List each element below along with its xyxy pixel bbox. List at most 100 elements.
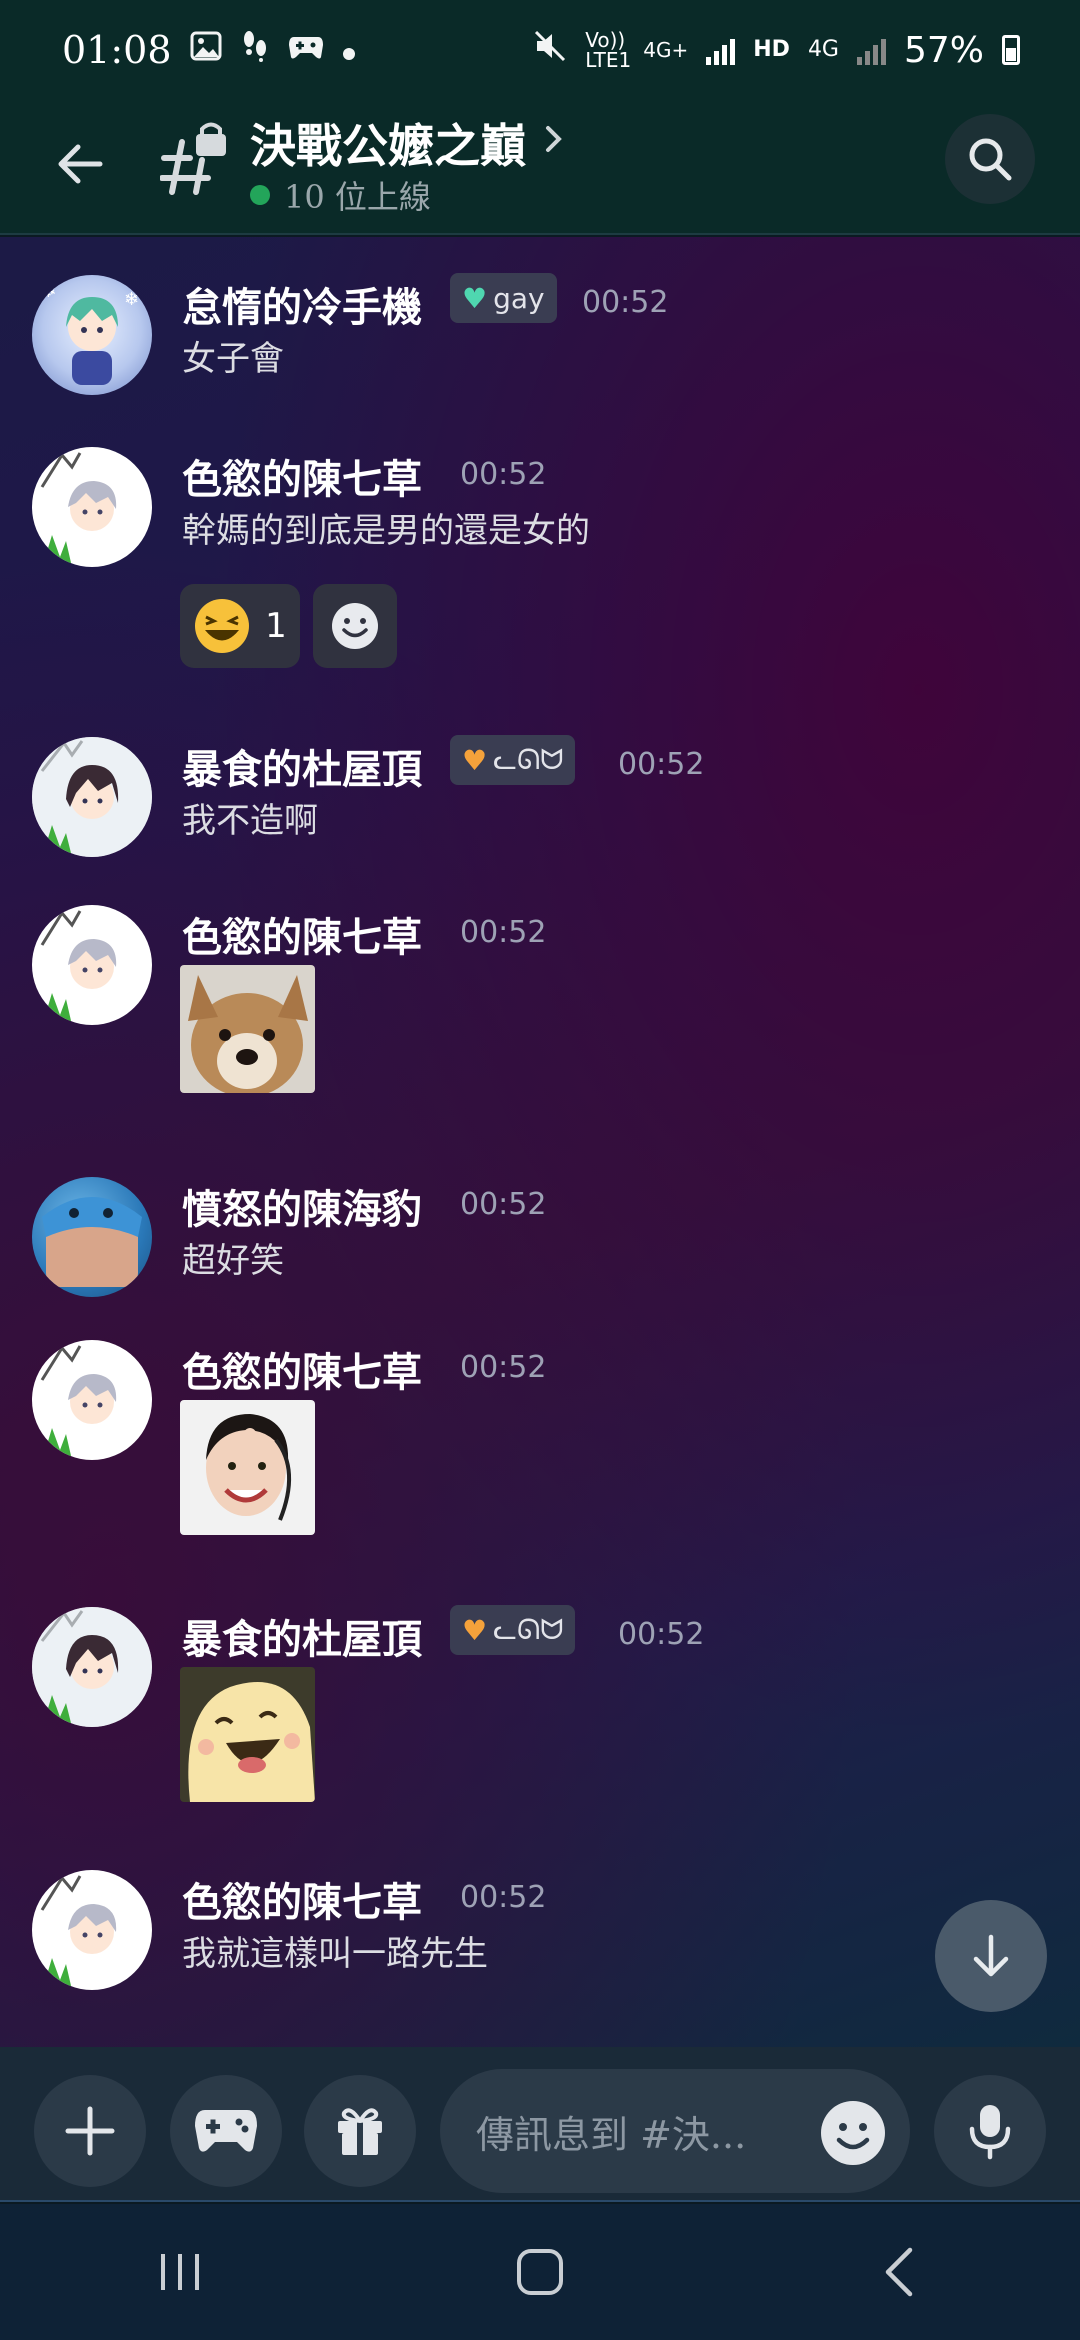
message-username[interactable]: 暴食的杜屋頂: [182, 737, 422, 795]
add-reaction-button[interactable]: [313, 584, 397, 668]
user-avatar[interactable]: [32, 1870, 152, 1990]
message-item[interactable]: 暴食的杜屋頂 ♥ ᓚᘏᗢ 00:52: [0, 1605, 1080, 1807]
message-item[interactable]: 色慾的陳七草 00:52 幹媽的到底是男的還是女的 1: [0, 447, 1080, 697]
message-text: 我不造啊: [182, 801, 318, 841]
message-username[interactable]: 暴食的杜屋頂: [182, 1607, 422, 1665]
message-item[interactable]: 暴食的杜屋頂 ♥ ᓚᘏᗢ 00:52 我不造啊: [0, 735, 1080, 857]
net-label-2: 4G: [807, 37, 839, 62]
user-avatar[interactable]: [32, 905, 152, 1025]
heart-icon: ♥: [462, 743, 488, 777]
signal-icon: [856, 35, 886, 65]
user-badge: ♥ gay: [450, 273, 557, 323]
message-item[interactable]: 色慾的陳七草 00:52 我就這樣叫一路先生: [0, 1870, 1080, 1990]
activities-button[interactable]: [170, 2075, 282, 2187]
message-item[interactable]: ❄ ❄ 怠惰的冷手機 ♥ gay 00:52 女子會: [0, 273, 1080, 395]
image-icon: [190, 31, 222, 69]
corgi-sticker[interactable]: [180, 965, 315, 1093]
system-nav-bar: [0, 2204, 1080, 2340]
search-button[interactable]: [945, 114, 1035, 204]
status-time: 01:08: [62, 28, 172, 72]
back-button[interactable]: [50, 134, 110, 194]
svg-text:❄: ❄: [124, 289, 139, 310]
game-controller-icon: [195, 2110, 257, 2152]
message-item[interactable]: 憤怒的陳海豹 00:52 超好笑: [0, 1177, 1080, 1297]
user-avatar[interactable]: [32, 447, 152, 567]
arrow-down-icon: [973, 1934, 1009, 1977]
chevron-right-icon: [544, 123, 564, 163]
message-text: 我就這樣叫一路先生: [182, 1934, 488, 1974]
home-button[interactable]: [490, 2232, 590, 2312]
back-chevron-icon: [885, 2247, 913, 2297]
message-time: 00:52: [618, 1617, 705, 1652]
online-status: 10 位上線: [250, 172, 431, 218]
status-left: 01:08: [62, 28, 356, 72]
scroll-to-bottom-button[interactable]: [935, 1900, 1047, 2012]
microphone-icon: [969, 2105, 1011, 2160]
message-username[interactable]: 色慾的陳七草: [182, 447, 422, 505]
dot-icon: [342, 31, 356, 69]
smiling-woman-sticker[interactable]: [180, 1400, 315, 1535]
message-composer: 傳訊息到 #決...: [0, 2047, 1080, 2202]
game-controller-icon: [288, 31, 324, 69]
locked-channel-icon: [159, 120, 230, 200]
badge-text: ᓚᘏᗢ: [493, 743, 564, 776]
online-dot-icon: [250, 185, 270, 205]
gift-icon: [338, 2108, 382, 2155]
message-time: 00:52: [460, 1350, 547, 1385]
signal-icon: [706, 35, 736, 65]
channel-header: 決戰公嬤之巔 10 位上線: [0, 100, 1080, 235]
recent-apps-icon: [161, 2254, 199, 2290]
message-time: 00:52: [582, 285, 669, 320]
message-text: 幹媽的到底是男的還是女的: [182, 511, 590, 551]
add-attachment-button[interactable]: [34, 2075, 146, 2187]
message-list[interactable]: ❄ ❄ 怠惰的冷手機 ♥ gay 00:52 女子會 色慾的陳七草 00:52 幹…: [0, 237, 1080, 2047]
channel-title-button[interactable]: 決戰公嬤之巔: [250, 110, 564, 176]
back-arrow-icon: [58, 144, 103, 184]
message-time: 00:52: [460, 1187, 547, 1222]
volte-label: Vo)) LTE1: [585, 28, 632, 72]
status-right: Vo)) LTE1 4G+ HD 4G 57%: [533, 29, 1020, 71]
message-text: 女子會: [182, 339, 284, 379]
user-avatar[interactable]: [32, 1340, 152, 1460]
badge-text: gay: [493, 281, 545, 315]
user-badge: ♥ ᓚᘏᗢ: [450, 735, 576, 785]
message-time: 00:52: [460, 1880, 547, 1915]
laughing-emoji: [195, 599, 250, 653]
battery-percent: 57%: [903, 29, 984, 71]
back-nav-button[interactable]: [850, 2232, 950, 2312]
message-item[interactable]: 色慾的陳七草 00:52: [0, 1340, 1080, 1540]
badge-text: ᓚᘏᗢ: [493, 1613, 564, 1646]
gift-button[interactable]: [304, 2075, 416, 2187]
message-item[interactable]: 色慾的陳七草 00:52: [0, 905, 1080, 1105]
message-username[interactable]: 色慾的陳七草: [182, 905, 422, 963]
online-count: 10 位上線: [284, 178, 431, 216]
message-username[interactable]: 憤怒的陳海豹: [182, 1177, 422, 1235]
svg-text:❄: ❄: [40, 278, 57, 302]
user-avatar[interactable]: [32, 737, 152, 857]
reaction-chip[interactable]: 1: [180, 584, 300, 668]
user-avatar[interactable]: [32, 1607, 152, 1727]
message-username[interactable]: 色慾的陳七草: [182, 1870, 422, 1928]
message-text: 超好笑: [182, 1241, 284, 1281]
emoji-picker-button[interactable]: [818, 2098, 888, 2168]
reaction-count: 1: [265, 606, 287, 646]
user-badge: ♥ ᓚᘏᗢ: [450, 1605, 576, 1655]
plus-icon: [65, 2106, 115, 2156]
mute-icon: [533, 29, 567, 71]
smiley-icon: [821, 2101, 885, 2165]
home-icon: [517, 2249, 563, 2295]
user-avatar[interactable]: [32, 1177, 152, 1297]
hd-label: HD: [753, 37, 790, 62]
message-input-placeholder: 傳訊息到 #決...: [476, 2112, 747, 2157]
message-time: 00:52: [618, 747, 705, 782]
laughing-blob-sticker[interactable]: [180, 1667, 315, 1802]
net-label-1: 4G+: [643, 38, 689, 62]
message-username[interactable]: 怠惰的冷手機: [182, 275, 422, 333]
battery-icon: [1002, 35, 1020, 65]
message-username[interactable]: 色慾的陳七草: [182, 1340, 422, 1398]
heart-icon: ♥: [462, 281, 488, 315]
status-bar: 01:08 Vo)) LTE1 4G+ HD 4G 57%: [0, 0, 1080, 100]
voice-message-button[interactable]: [934, 2075, 1046, 2187]
recent-apps-button[interactable]: [130, 2232, 230, 2312]
user-avatar[interactable]: ❄ ❄: [32, 275, 152, 395]
